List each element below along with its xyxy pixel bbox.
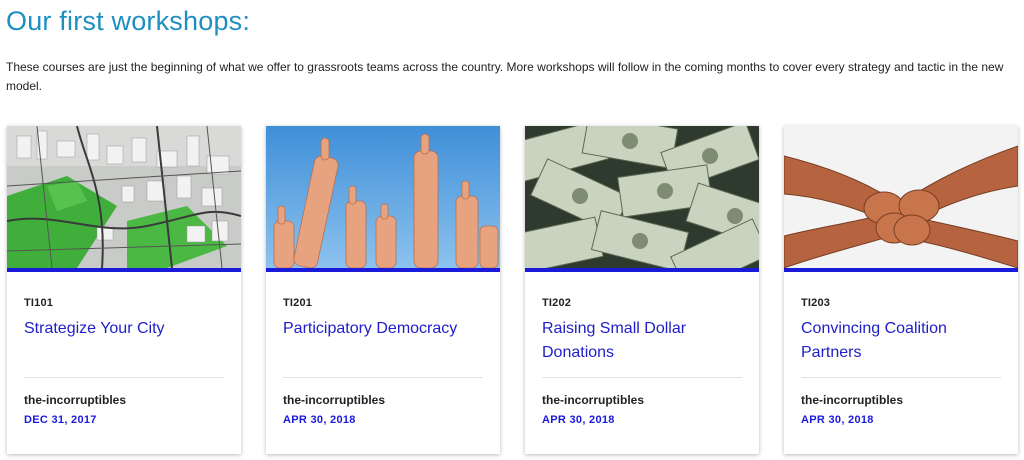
card-accent-bar — [525, 268, 759, 272]
intro-text: These courses are just the beginning of … — [6, 60, 1004, 93]
card-divider — [542, 377, 742, 378]
course-date: DEC 31, 2017 — [24, 414, 97, 426]
page-title: Our first workshops: — [6, 6, 251, 36]
dollar-bills-image[interactable] — [525, 126, 759, 268]
aerial-city-map-image[interactable] — [7, 126, 241, 268]
card-accent-bar — [266, 268, 500, 272]
card-divider — [283, 377, 483, 378]
course-author: the-incorruptibles — [24, 393, 127, 407]
course-title-link[interactable]: Strategize Your City — [24, 317, 229, 341]
course-title-link[interactable]: Raising Small Dollar Donations — [542, 317, 747, 365]
course-title-link[interactable]: Convincing Coalition Partners — [801, 317, 1006, 365]
workshop-card[interactable]: TI201 Participatory Democracy the-incorr… — [266, 126, 500, 454]
card-accent-bar — [784, 268, 1018, 272]
course-author: the-incorruptibles — [801, 393, 904, 407]
course-date: APR 30, 2018 — [801, 414, 874, 426]
course-code: TI101 — [24, 297, 54, 309]
workshop-card[interactable]: TI203 Convincing Coalition Partners the-… — [784, 126, 1018, 454]
course-code: TI203 — [801, 297, 831, 309]
course-date: APR 30, 2018 — [283, 414, 356, 426]
workshop-card[interactable]: TI202 Raising Small Dollar Donations the… — [525, 126, 759, 454]
course-code: TI201 — [283, 297, 313, 309]
course-author: the-incorruptibles — [542, 393, 645, 407]
thumbs-up-hands-image[interactable] — [266, 126, 500, 268]
card-divider — [801, 377, 1001, 378]
workshop-card[interactable]: TI101 Strategize Your City the-incorrupt… — [7, 126, 241, 454]
linked-arms-image[interactable] — [784, 126, 1018, 268]
card-accent-bar — [7, 268, 241, 272]
course-title-link[interactable]: Participatory Democracy — [283, 317, 488, 341]
course-author: the-incorruptibles — [283, 393, 386, 407]
course-date: APR 30, 2018 — [542, 414, 615, 426]
card-divider — [24, 377, 224, 378]
course-code: TI202 — [542, 297, 572, 309]
